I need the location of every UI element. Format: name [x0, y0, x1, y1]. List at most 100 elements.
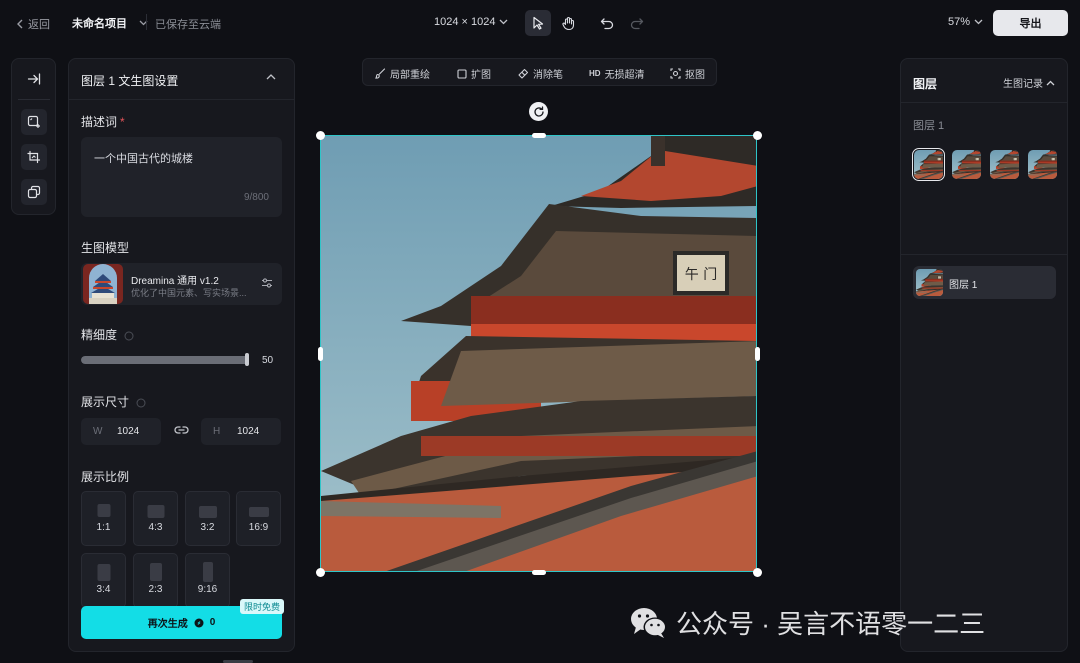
ratio-shape: [149, 563, 162, 581]
zoom-dropdown[interactable]: 57%: [948, 16, 983, 28]
ratio-option-1-1[interactable]: 1:1: [81, 491, 126, 546]
project-name-dropdown[interactable]: 未命名项目: [72, 15, 148, 31]
detail-slider-track[interactable]: [81, 356, 249, 364]
result-thumbnail-1[interactable]: [912, 148, 945, 181]
rotate-handle[interactable]: [529, 102, 548, 121]
ratio-option-3-4[interactable]: 3:4: [81, 553, 126, 608]
info-icon[interactable]: [124, 331, 134, 341]
ratio-shape: [97, 564, 110, 581]
divider: [901, 254, 1067, 255]
ratio-shape: [97, 504, 110, 517]
resize-handle-bottom[interactable]: [532, 570, 546, 575]
divider: [69, 99, 294, 100]
watermark-text: 公众号 · 吴言不语零一二三: [676, 609, 986, 639]
ratio-option-2-3[interactable]: 2:3: [133, 553, 178, 608]
eraser-icon: [518, 68, 529, 79]
ratio-option-label: 3:4: [96, 584, 111, 595]
detail-label-text: 精细度: [81, 328, 118, 342]
chevron-up-icon: [1046, 80, 1055, 85]
canvas-size-label: 1024 × 1024: [434, 16, 496, 28]
prompt-text: 一个中国古代的城楼: [94, 153, 193, 165]
back-button[interactable]: 返回: [16, 16, 50, 32]
width-input[interactable]: W 1024: [81, 418, 161, 445]
result-thumbnail-4[interactable]: [1028, 150, 1057, 179]
resize-handle-top[interactable]: [532, 133, 546, 138]
layers-panel: 图层 生图记录 图层 1 图层 1: [900, 58, 1068, 652]
prompt-char-count: 9/800: [243, 192, 269, 203]
hand-icon: [561, 16, 574, 30]
back-label: 返回: [28, 19, 50, 31]
hand-tool-button[interactable]: [555, 10, 581, 36]
required-mark: *: [120, 115, 125, 129]
canvas-image[interactable]: [320, 135, 757, 572]
top-bar: 返回 未命名项目 已保存至云端 1024 × 1024 57% 导出: [0, 0, 1080, 46]
resize-handle-bottom-right[interactable]: [753, 568, 762, 577]
model-label: 生图模型: [81, 241, 130, 255]
upscale-button[interactable]: HD 无损超清: [589, 66, 645, 81]
select-tool-button[interactable]: [525, 10, 551, 36]
model-selector[interactable]: Dreamina 通用 v1.2 优化了中国元素、写实场景...: [81, 263, 282, 305]
ratio-option-4-3[interactable]: 4:3: [133, 491, 178, 546]
thumbnail-image: [916, 269, 943, 296]
pagoda-image: [321, 136, 757, 572]
ratio-label: 展示比例: [81, 470, 130, 484]
expand-frame-icon: [457, 68, 467, 79]
layers-title: 图层: [913, 77, 938, 91]
prompt-label: 描述词 *: [81, 113, 125, 130]
layers-stack-icon: [27, 185, 41, 199]
ratio-option-3-2[interactable]: 3:2: [185, 491, 230, 546]
ratio-option-9-16[interactable]: 9:16: [185, 553, 230, 608]
image-add-icon: [27, 115, 40, 128]
ratio-option-label: 2:3: [148, 584, 163, 595]
resize-handle-top-left[interactable]: [316, 131, 325, 140]
sliders-icon[interactable]: [261, 277, 273, 289]
chevron-up-icon[interactable]: [266, 74, 276, 80]
model-description: 优化了中国元素、写实场景...: [131, 288, 247, 298]
detail-slider-handle[interactable]: [245, 353, 249, 366]
detail-slider-fill: [81, 356, 249, 364]
redo-button[interactable]: [624, 10, 650, 36]
thumbnail-image: [990, 150, 1019, 179]
ratio-option-label: 3:2: [200, 522, 215, 533]
height-input[interactable]: H 1024: [201, 418, 281, 445]
resize-handle-bottom-left[interactable]: [316, 568, 325, 577]
export-button[interactable]: 导出: [993, 10, 1068, 36]
panel-title: 图层 1 文生图设置: [81, 74, 179, 88]
history-label: 生图记录: [1003, 79, 1043, 90]
generation-history-toggle[interactable]: 生图记录: [1003, 75, 1055, 90]
layers-stack-button[interactable]: [21, 179, 47, 205]
result-thumbnail-3[interactable]: [990, 150, 1019, 179]
ratio-option-16-9[interactable]: 16:9: [236, 491, 281, 546]
expand-image-label: 扩图: [471, 70, 491, 81]
layer-item[interactable]: 图层 1: [913, 266, 1056, 299]
text-to-image-button[interactable]: [21, 109, 47, 135]
resize-handle-left[interactable]: [318, 347, 323, 361]
link-icon[interactable]: [174, 425, 189, 435]
ratio-option-label: 9:16: [197, 584, 218, 595]
expand-panel-button[interactable]: [21, 66, 47, 92]
upscale-label: 无损超清: [604, 70, 645, 81]
ratio-shape: [147, 505, 164, 518]
resize-handle-top-right[interactable]: [753, 131, 762, 140]
expand-image-button[interactable]: 扩图: [457, 66, 491, 81]
result-thumbnail-2[interactable]: [952, 150, 981, 179]
project-name: 未命名项目: [72, 18, 127, 30]
info-icon[interactable]: [136, 398, 146, 408]
undo-button[interactable]: [594, 10, 620, 36]
ratio-option-label: 16:9: [248, 522, 269, 533]
prompt-input[interactable]: 一个中国古代的城楼 9/800: [81, 137, 282, 217]
resize-handle-right[interactable]: [755, 347, 760, 361]
model-name: Dreamina 通用 v1.2: [131, 276, 219, 287]
eraser-button[interactable]: 消除笔: [518, 66, 563, 81]
rotate-icon: [533, 105, 544, 117]
results-group-label: 图层 1: [913, 120, 945, 132]
height-value: 1024: [237, 426, 260, 437]
image-to-image-button[interactable]: [21, 144, 47, 170]
inpaint-button[interactable]: 局部重绘: [375, 66, 430, 81]
cutout-button[interactable]: 抠图: [670, 66, 705, 81]
ratio-shape: [198, 506, 217, 518]
undo-icon: [600, 18, 614, 30]
canvas-size-dropdown[interactable]: 1024 × 1024: [434, 16, 508, 28]
thumbnail-image: [914, 150, 943, 179]
width-prefix: W: [93, 426, 103, 437]
